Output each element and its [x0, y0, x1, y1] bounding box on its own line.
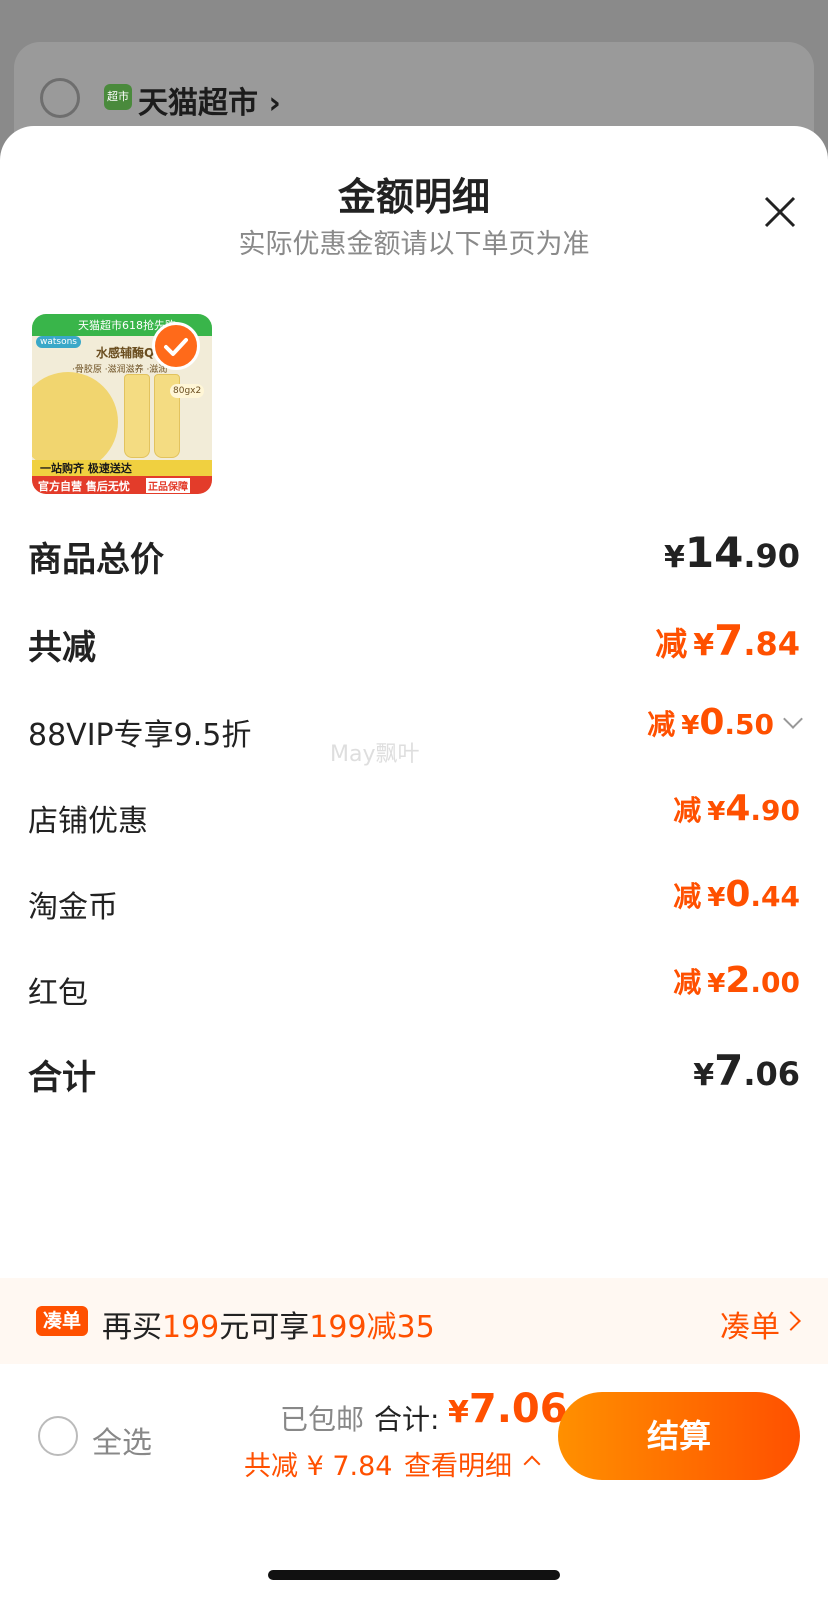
row-label: 共减 [28, 628, 96, 668]
discount-prefix: 减 [673, 794, 702, 827]
value-integer: 2 [725, 960, 751, 1001]
row-taojinbi-discount: 淘金币 减 ¥0.44 [28, 870, 800, 930]
value-decimal: .90 [750, 794, 800, 827]
discount-prefix: 减 [655, 625, 688, 663]
row-value: 减 ¥0.50 [647, 702, 803, 743]
selected-check-badge[interactable] [152, 322, 200, 370]
value-integer: 14 [684, 528, 744, 577]
row-label: 商品总价 [28, 540, 164, 580]
select-all-radio[interactable] [38, 1416, 78, 1456]
total-label: 合计: [374, 1403, 440, 1436]
promo-deal: 199减35 [309, 1310, 435, 1345]
currency-symbol: ¥ [707, 969, 726, 999]
row-value: ¥7.06 [693, 1046, 800, 1095]
row-total-discount: 共减 减 ¥7.84 [28, 612, 800, 672]
value-decimal: .90 [743, 537, 800, 575]
row-label: 合计 [28, 1058, 96, 1098]
close-button[interactable] [760, 192, 800, 232]
row-label: 红包 [28, 976, 88, 1011]
row-label: 淘金币 [28, 890, 118, 925]
product-tube-1 [124, 374, 150, 458]
sheet-subtitle: 实际优惠金额请以下单页为准 [238, 229, 590, 260]
row-value: 减 ¥7.84 [655, 616, 800, 665]
row-grand-total: 合计 ¥7.06 [28, 1042, 800, 1102]
watermark: May飘叶 [330, 742, 420, 767]
row-value: ¥14.90 [664, 528, 800, 577]
chevron-down-icon[interactable] [783, 709, 803, 729]
thumb-guarantee-badge: 正品保障 [146, 478, 190, 493]
view-details-link[interactable]: 查看明细 [404, 1444, 512, 1483]
background-store-name-text: 天猫超市 [138, 86, 258, 121]
background-store-name: 天猫超市 › [138, 86, 281, 121]
thumb-product-subtitle: ·骨胶原 ·滋润滋养 ·滋润 [72, 365, 168, 375]
thumb-size-badge: 80gx2 [170, 384, 205, 398]
chevron-up-icon[interactable] [523, 1455, 541, 1473]
value-integer: 0 [725, 874, 751, 915]
background-store-radio [40, 78, 80, 118]
promo-text-part: 元可享 [219, 1310, 310, 1345]
select-all-label[interactable]: 全选 [92, 1418, 152, 1462]
value-integer: 4 [725, 788, 751, 829]
currency-symbol: ¥ [693, 628, 715, 663]
amount-detail-sheet: 金额明细 实际优惠金额请以下单页为准 天猫超市618抢先购 watsons 水感… [0, 126, 828, 1602]
total-discount-summary: 共减 ¥ 7.84 [244, 1451, 393, 1482]
discount-prefix: 减 [647, 708, 676, 741]
currency-symbol: ¥ [663, 540, 685, 575]
thumb-banner-red-text: 官方自营 售后无忧 [38, 480, 130, 493]
total-currency: ¥ [448, 1395, 469, 1430]
discount-prefix: 减 [673, 880, 702, 913]
promo-bar: 凑单 再买199元可享199减35 凑单 [0, 1278, 828, 1364]
total-value: 7.06 [468, 1386, 568, 1432]
value-decimal: .06 [743, 1055, 800, 1093]
add-on-link[interactable]: 凑单 [720, 1302, 780, 1346]
thumb-banner-yellow-text: 一站购齐 极速送达 [40, 462, 132, 475]
promo-tag: 凑单 [36, 1306, 88, 1336]
checkout-bar: 全选 已包邮 合计: ¥7.06 共减 ¥ 7.84 查看明细 结算 [0, 1366, 828, 1602]
promo-text: 再买199元可享199减35 [102, 1302, 435, 1346]
row-value: 减 ¥4.90 [673, 788, 800, 829]
currency-symbol: ¥ [681, 711, 700, 741]
row-value: 减 ¥0.44 [673, 874, 800, 915]
checkout-button[interactable]: 结算 [558, 1392, 800, 1480]
home-indicator [268, 1570, 560, 1580]
store-logo-icon: 超市 [104, 84, 132, 110]
value-decimal: .44 [750, 880, 800, 913]
value-integer: 7 [714, 1046, 744, 1095]
row-red-packet-discount: 红包 减 ¥2.00 [28, 956, 800, 1016]
value-decimal: .50 [724, 708, 774, 741]
promo-amount: 199 [162, 1310, 220, 1345]
value-decimal: .00 [750, 966, 800, 999]
row-label: 88VIP专享9.5折 [28, 718, 252, 753]
currency-symbol: ¥ [707, 797, 726, 827]
currency-symbol: ¥ [707, 883, 726, 913]
row-store-discount: 店铺优惠 减 ¥4.90 [28, 784, 800, 844]
chevron-right-icon[interactable] [781, 1311, 801, 1331]
value-decimal: .84 [743, 625, 800, 663]
promo-text-part: 再买 [102, 1310, 162, 1345]
cream-blob-graphic [32, 372, 118, 472]
brand-logo: watsons [36, 336, 81, 348]
row-goods-total: 商品总价 ¥14.90 [28, 524, 800, 584]
value-integer: 0 [699, 702, 725, 743]
close-icon [764, 196, 796, 228]
value-integer: 7 [714, 616, 744, 665]
row-value: 减 ¥2.00 [673, 960, 800, 1001]
total-amount: ¥7.06 [448, 1386, 568, 1432]
row-label: 店铺优惠 [28, 804, 148, 839]
currency-symbol: ¥ [693, 1058, 715, 1093]
check-icon [164, 338, 188, 356]
discount-prefix: 减 [673, 966, 702, 999]
free-shipping-label: 已包邮 [280, 1403, 365, 1436]
sheet-title: 金额明细 [337, 175, 490, 219]
